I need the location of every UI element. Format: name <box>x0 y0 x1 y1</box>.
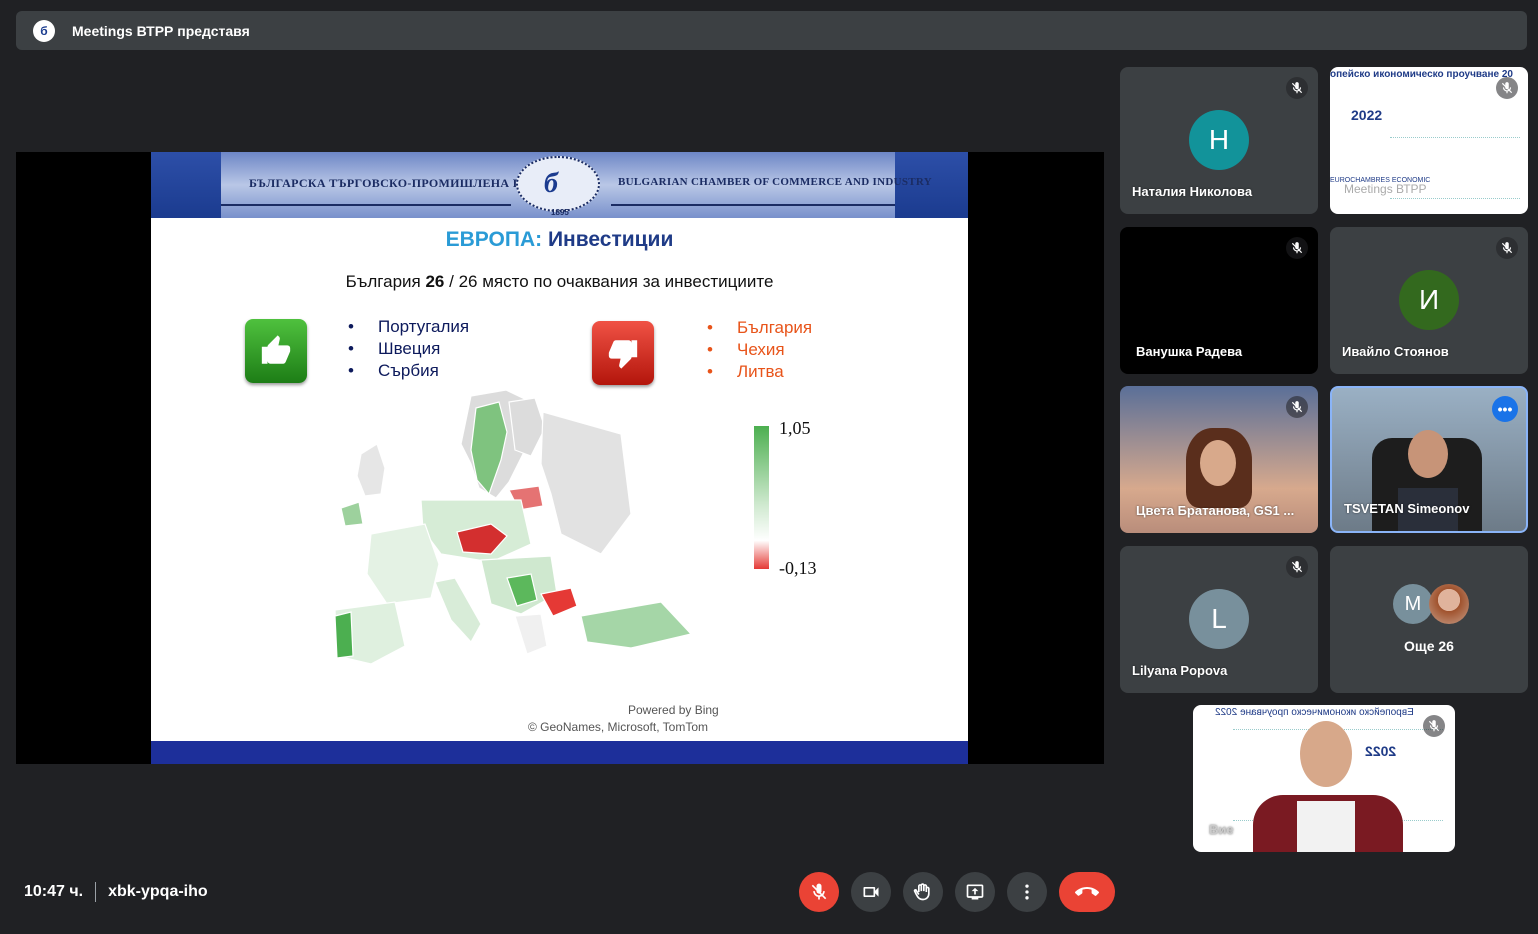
chamber-seal-logo: б 1895 <box>516 156 600 217</box>
map-region-russia <box>540 411 632 555</box>
divider <box>95 882 97 902</box>
meeting-time: 10:47 ч. <box>24 883 84 900</box>
banner-right-text: BULGARIAN CHAMBER OF COMMERCE AND INDUST… <box>618 176 933 188</box>
map-copyright: © GeoNames, Microsoft, TomTom <box>528 720 708 734</box>
self-view-tile[interactable]: Европейско икономическо проучване 2022 2… <box>1193 705 1455 852</box>
map-region-finland <box>508 397 546 457</box>
participant-name: Цвета Братанова, GS1 ... <box>1136 503 1295 518</box>
map-powered-by: Powered by Bing <box>628 703 719 717</box>
slide-subtitle: България 26 / 26 място по очаквания за и… <box>345 272 774 291</box>
more-participants-label: Още 26 <box>1404 638 1454 654</box>
map-region-france <box>366 523 440 605</box>
participant-name: Ванушка Радева <box>1136 344 1243 359</box>
meeting-code: xbk-ypqa-iho <box>108 883 208 900</box>
europe-choropleth-map <box>334 389 693 664</box>
more-options-icon[interactable]: ••• <box>1492 396 1518 422</box>
mic-off-icon <box>1423 715 1445 737</box>
shared-screen: БЪЛГАРСКА ТЪРГОВСКО-ПРОМИШЛЕНА ПАЛАТА BU… <box>16 152 1104 764</box>
participant-name: Ивайло Стоянов <box>1342 344 1449 359</box>
presentation-slide: БЪЛГАРСКА ТЪРГОВСКО-ПРОМИШЛЕНА ПАЛАТА BU… <box>151 152 968 764</box>
participant-tile[interactable]: L Lilyana Popova <box>1120 546 1318 693</box>
more-vert-icon <box>1025 884 1029 900</box>
camera-icon <box>863 887 879 897</box>
legend-min-label: -0,13 <box>779 558 817 578</box>
participant-tile[interactable]: Н Наталия Николова <box>1120 67 1318 214</box>
legend-max-label: 1,05 <box>779 418 811 438</box>
participant-tile[interactable]: Ванушка Радева <box>1120 227 1318 374</box>
mic-off-icon <box>1286 237 1308 259</box>
negative-countries-list: България Чехия Литва <box>707 317 812 383</box>
self-header-text: Европейско икономическо проучване 2022 <box>1215 707 1414 718</box>
map-region-ireland <box>340 501 364 527</box>
slide-banner: БЪЛГАРСКА ТЪРГОВСКО-ПРОМИШЛЕНА ПАЛАТА BU… <box>151 152 968 218</box>
participant-name: Наталия Николова <box>1132 184 1253 199</box>
slide-title: ЕВРОПА: Инвестиции <box>445 228 674 251</box>
list-item: Португалия <box>348 316 469 338</box>
more-options-button[interactable] <box>1007 872 1047 912</box>
raise-hand-button[interactable] <box>903 872 943 912</box>
presentation-title: Meetings ВТРР представя <box>72 22 250 39</box>
leave-call-button[interactable] <box>1059 872 1115 912</box>
participant-name: Lilyana Popova <box>1132 663 1228 678</box>
mic-off-icon <box>1286 77 1308 99</box>
map-region-turkey <box>580 601 693 649</box>
list-item: Чехия <box>707 339 812 361</box>
mic-toggle-button[interactable] <box>799 872 839 912</box>
thumbs-up-icon <box>245 319 307 383</box>
meeting-logo-icon: б <box>33 19 55 42</box>
present-icon <box>966 884 984 900</box>
thumb-label-2: Meetings ВТРР <box>1344 182 1427 196</box>
more-participants-tile[interactable]: M Още 26 <box>1330 546 1528 693</box>
thumbs-down-icon <box>592 321 654 385</box>
end-call-icon <box>1075 887 1099 896</box>
mic-off-icon <box>811 883 827 900</box>
positive-countries-list: Португалия Швеция Сърбия <box>348 316 469 382</box>
presentation-thumbnail-tile[interactable]: опейско икономическо проучване 20 2022 E… <box>1330 67 1528 214</box>
map-region-italy <box>434 577 482 644</box>
participant-tile[interactable]: Цвета Братанова, GS1 ... <box>1120 386 1318 533</box>
avatar: L <box>1189 589 1249 649</box>
map-legend-scale <box>754 426 769 569</box>
thumb-header-text: опейско икономическо проучване 20 <box>1330 69 1513 80</box>
list-item: България <box>707 317 812 339</box>
list-item: Литва <box>707 361 812 383</box>
meeting-info: 10:47 ч. xbk-ypqa-iho <box>24 882 208 902</box>
mic-off-icon <box>1496 77 1518 99</box>
avatar: M <box>1393 584 1433 624</box>
avatar: Н <box>1189 110 1249 170</box>
active-speaker-tile[interactable]: ••• TSVETAN Simeonov <box>1330 386 1528 533</box>
mic-off-icon <box>1286 556 1308 578</box>
hand-icon <box>913 883 930 901</box>
map-region-portugal <box>334 611 354 659</box>
map-region-greece <box>514 613 548 655</box>
participant-tile[interactable]: И Ивайло Стоянов <box>1330 227 1528 374</box>
avatar <box>1429 584 1469 624</box>
list-item: Сърбия <box>348 360 469 382</box>
mic-off-icon <box>1286 396 1308 418</box>
slide-footer-band <box>151 741 968 764</box>
avatar: И <box>1399 270 1459 330</box>
mic-off-icon <box>1496 237 1518 259</box>
list-item: Швеция <box>348 338 469 360</box>
present-screen-button[interactable] <box>955 872 995 912</box>
participant-name: TSVETAN Simeonov <box>1344 501 1470 516</box>
map-region-uk <box>356 443 386 497</box>
camera-toggle-button[interactable] <box>851 872 891 912</box>
presentation-header: б Meetings ВТРР представя <box>16 11 1527 50</box>
self-label: Вие <box>1209 822 1234 837</box>
seal-year: 1895 <box>551 208 569 217</box>
thumb-year-text: 2022 <box>1351 107 1383 123</box>
